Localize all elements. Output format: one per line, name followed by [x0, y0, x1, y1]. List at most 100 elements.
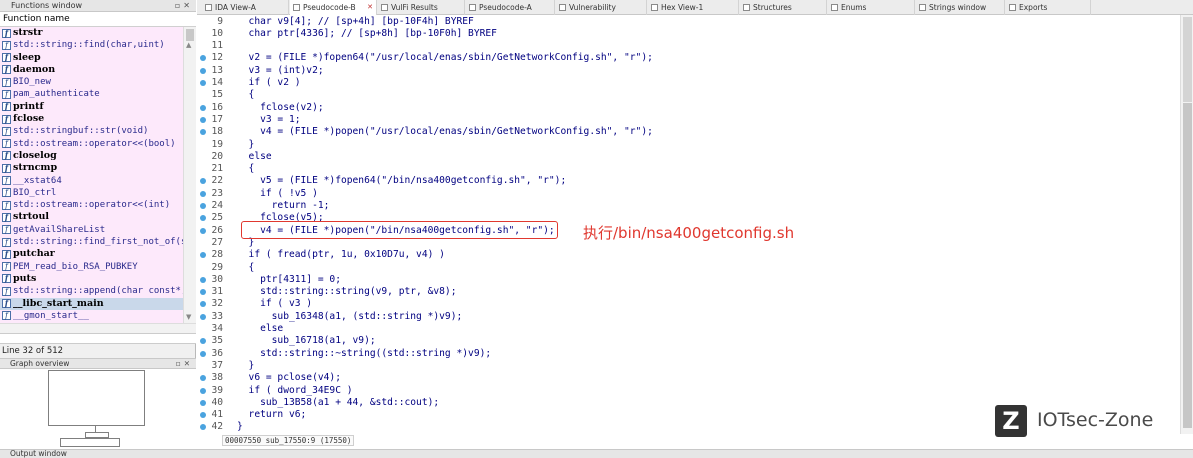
tab-vulnerability[interactable]: Vulnerability: [556, 0, 647, 15]
tab-ida-view-a[interactable]: IDA View-A: [202, 0, 289, 15]
tab-icon: [743, 4, 750, 11]
function-name-column-header[interactable]: Function name: [0, 12, 196, 27]
code-line[interactable]: 20 else: [197, 151, 1180, 163]
code-line[interactable]: 15 {: [197, 89, 1180, 101]
code-line[interactable]: 21 {: [197, 163, 1180, 175]
function-list[interactable]: f strstr f std::string::find(char,uint) f sle…: [0, 27, 183, 323]
function-list-item[interactable]: f std::stringbuf::str(void): [0, 125, 183, 137]
function-list-item[interactable]: f strtoul: [0, 211, 183, 223]
code-line[interactable]: 23 if ( !v5 ): [197, 188, 1180, 200]
code-text: fclose(v2);: [237, 101, 324, 113]
function-list-scrollbar[interactable]: ▲ ▼: [183, 27, 196, 323]
function-name: pam_authenticate: [13, 89, 100, 100]
code-line[interactable]: 13 v3 = (int)v2;: [197, 65, 1180, 77]
function-name: getAvailShareList: [13, 224, 106, 235]
line-number: 20: [211, 150, 223, 162]
code-line[interactable]: 31 std::string::string(v9, ptr, &v8);: [197, 286, 1180, 298]
tab-hex-view-1[interactable]: Hex View-1: [648, 0, 739, 15]
window-controls[interactable]: ▫✕: [175, 0, 193, 12]
graph-node: [60, 438, 120, 447]
code-line[interactable]: 14 if ( v2 ): [197, 77, 1180, 89]
function-list-item[interactable]: f std::string::find_first_not_of(s: [0, 236, 183, 248]
function-list-item[interactable]: f putchar: [0, 248, 183, 260]
function-name: sleep: [13, 51, 41, 63]
code-text: else: [237, 150, 272, 162]
code-text: {: [237, 163, 255, 175]
function-icon: f: [2, 212, 11, 222]
tab-pseudocode-b[interactable]: Pseudocode-B ✕: [290, 0, 377, 15]
code-line[interactable]: 9 char v9[4]; // [sp+4h] [bp-10F4h] BYRE…: [197, 16, 1180, 28]
tab-vulfi-results[interactable]: VulFi Results: [378, 0, 465, 15]
tab-exports[interactable]: Exports: [1006, 0, 1091, 15]
function-list-item[interactable]: f std::ostream::operator<<(bool): [0, 138, 183, 150]
window-controls[interactable]: ▫✕: [176, 359, 193, 369]
code-text: if ( v2 ): [237, 77, 301, 88]
tab-enums[interactable]: Enums: [828, 0, 915, 15]
function-list-item[interactable]: f getAvailShareList: [0, 224, 183, 236]
tab-pseudocode-a[interactable]: Pseudocode-A: [466, 0, 555, 15]
code-line[interactable]: 36 std::string::~string((std::string *)v…: [197, 348, 1180, 360]
function-list-item[interactable]: f std::string::append(char const*,: [0, 285, 183, 297]
function-list-item[interactable]: f __xstat64: [0, 175, 183, 187]
function-list-item[interactable]: f fclose: [0, 113, 183, 125]
code-line[interactable]: 34 else: [197, 323, 1180, 335]
scroll-thumb[interactable]: [1183, 103, 1192, 428]
function-icon: f: [2, 151, 11, 161]
function-list-item[interactable]: f printf: [0, 101, 183, 113]
code-line[interactable]: 39 if ( dword_34E9C ): [197, 385, 1180, 397]
code-line[interactable]: 38 v6 = pclose(v4);: [197, 372, 1180, 384]
function-list-item[interactable]: f std::ostream::operator<<(int): [0, 199, 183, 211]
code-line[interactable]: 22 v5 = (FILE *)fopen64("/bin/nsa400getc…: [197, 175, 1180, 187]
function-icon: f: [2, 65, 11, 75]
function-list-item[interactable]: f __gmon_start__: [0, 310, 183, 322]
function-icon: f: [2, 114, 11, 124]
code-line[interactable]: 19 }: [197, 139, 1180, 151]
code-line[interactable]: 11: [197, 40, 1180, 52]
tab-icon: [919, 4, 926, 11]
code-line[interactable]: 35 sub_16718(a1, v9);: [197, 335, 1180, 347]
function-list-item[interactable]: f pam_authenticate: [0, 88, 183, 100]
close-tab-icon[interactable]: ✕: [367, 0, 373, 15]
scroll-track[interactable]: [1183, 17, 1192, 102]
code-line[interactable]: 30 ptr[4311] = 0;: [197, 274, 1180, 286]
function-list-item[interactable]: f sleep: [0, 52, 183, 64]
tab-strings-window[interactable]: Strings window: [916, 0, 1005, 15]
code-line[interactable]: 10 char ptr[4336]; // [sp+8h] [bp-10F0h]…: [197, 28, 1180, 40]
code-line[interactable]: 16 fclose(v2);: [197, 102, 1180, 114]
tab-label: VulFi Results: [391, 3, 438, 12]
function-filter-input[interactable]: [0, 333, 196, 344]
functions-window-titlebar: Functions window ▫✕: [0, 0, 196, 12]
code-line[interactable]: 12 v2 = (FILE *)fopen64("/usr/local/enas…: [197, 52, 1180, 64]
output-window-title: Output window: [10, 449, 67, 458]
function-list-hscrollbar[interactable]: [0, 323, 196, 333]
tab-structures[interactable]: Structures: [740, 0, 827, 15]
line-number: 39: [211, 384, 223, 396]
code-scrollbar[interactable]: [1180, 15, 1193, 434]
code-line[interactable]: 33 sub_16348(a1, (std::string *)v9);: [197, 311, 1180, 323]
graph-viewport[interactable]: [48, 370, 145, 426]
function-list-item[interactable]: f BIO_new: [0, 76, 183, 88]
code-line[interactable]: 17 v3 = 1;: [197, 114, 1180, 126]
function-list-item[interactable]: f daemon: [0, 64, 183, 76]
code-line[interactable]: 24 return -1;: [197, 200, 1180, 212]
code-line[interactable]: 37 }: [197, 360, 1180, 372]
function-list-item[interactable]: f std::string::find(char,uint): [0, 39, 183, 51]
function-name: putchar: [13, 248, 55, 260]
function-list-item[interactable]: f strncmp: [0, 162, 183, 174]
code-line[interactable]: 29 {: [197, 262, 1180, 274]
chevron-down-icon[interactable]: ▼: [186, 313, 191, 321]
function-name: __xstat64: [13, 175, 62, 186]
function-list-item[interactable]: f PEM_read_bio_RSA_PUBKEY: [0, 261, 183, 273]
scroll-thumb[interactable]: [186, 29, 194, 41]
code-line[interactable]: 28 if ( fread(ptr, 1u, 0x10D7u, v4) ): [197, 249, 1180, 261]
chevron-up-icon[interactable]: ▲: [186, 41, 191, 49]
code-text: }: [237, 359, 255, 371]
function-list-item[interactable]: f closelog: [0, 150, 183, 162]
function-list-item[interactable]: f strstr: [0, 27, 183, 39]
function-list-item[interactable]: f BIO_ctrl: [0, 187, 183, 199]
code-line[interactable]: 18 v4 = (FILE *)popen("/usr/local/enas/s…: [197, 126, 1180, 138]
code-line[interactable]: 32 if ( v3 ): [197, 298, 1180, 310]
function-list-item[interactable]: f puts: [0, 273, 183, 285]
function-list-item[interactable]: f __libc_start_main: [0, 297, 183, 310]
graph-overview-canvas[interactable]: [0, 369, 196, 449]
